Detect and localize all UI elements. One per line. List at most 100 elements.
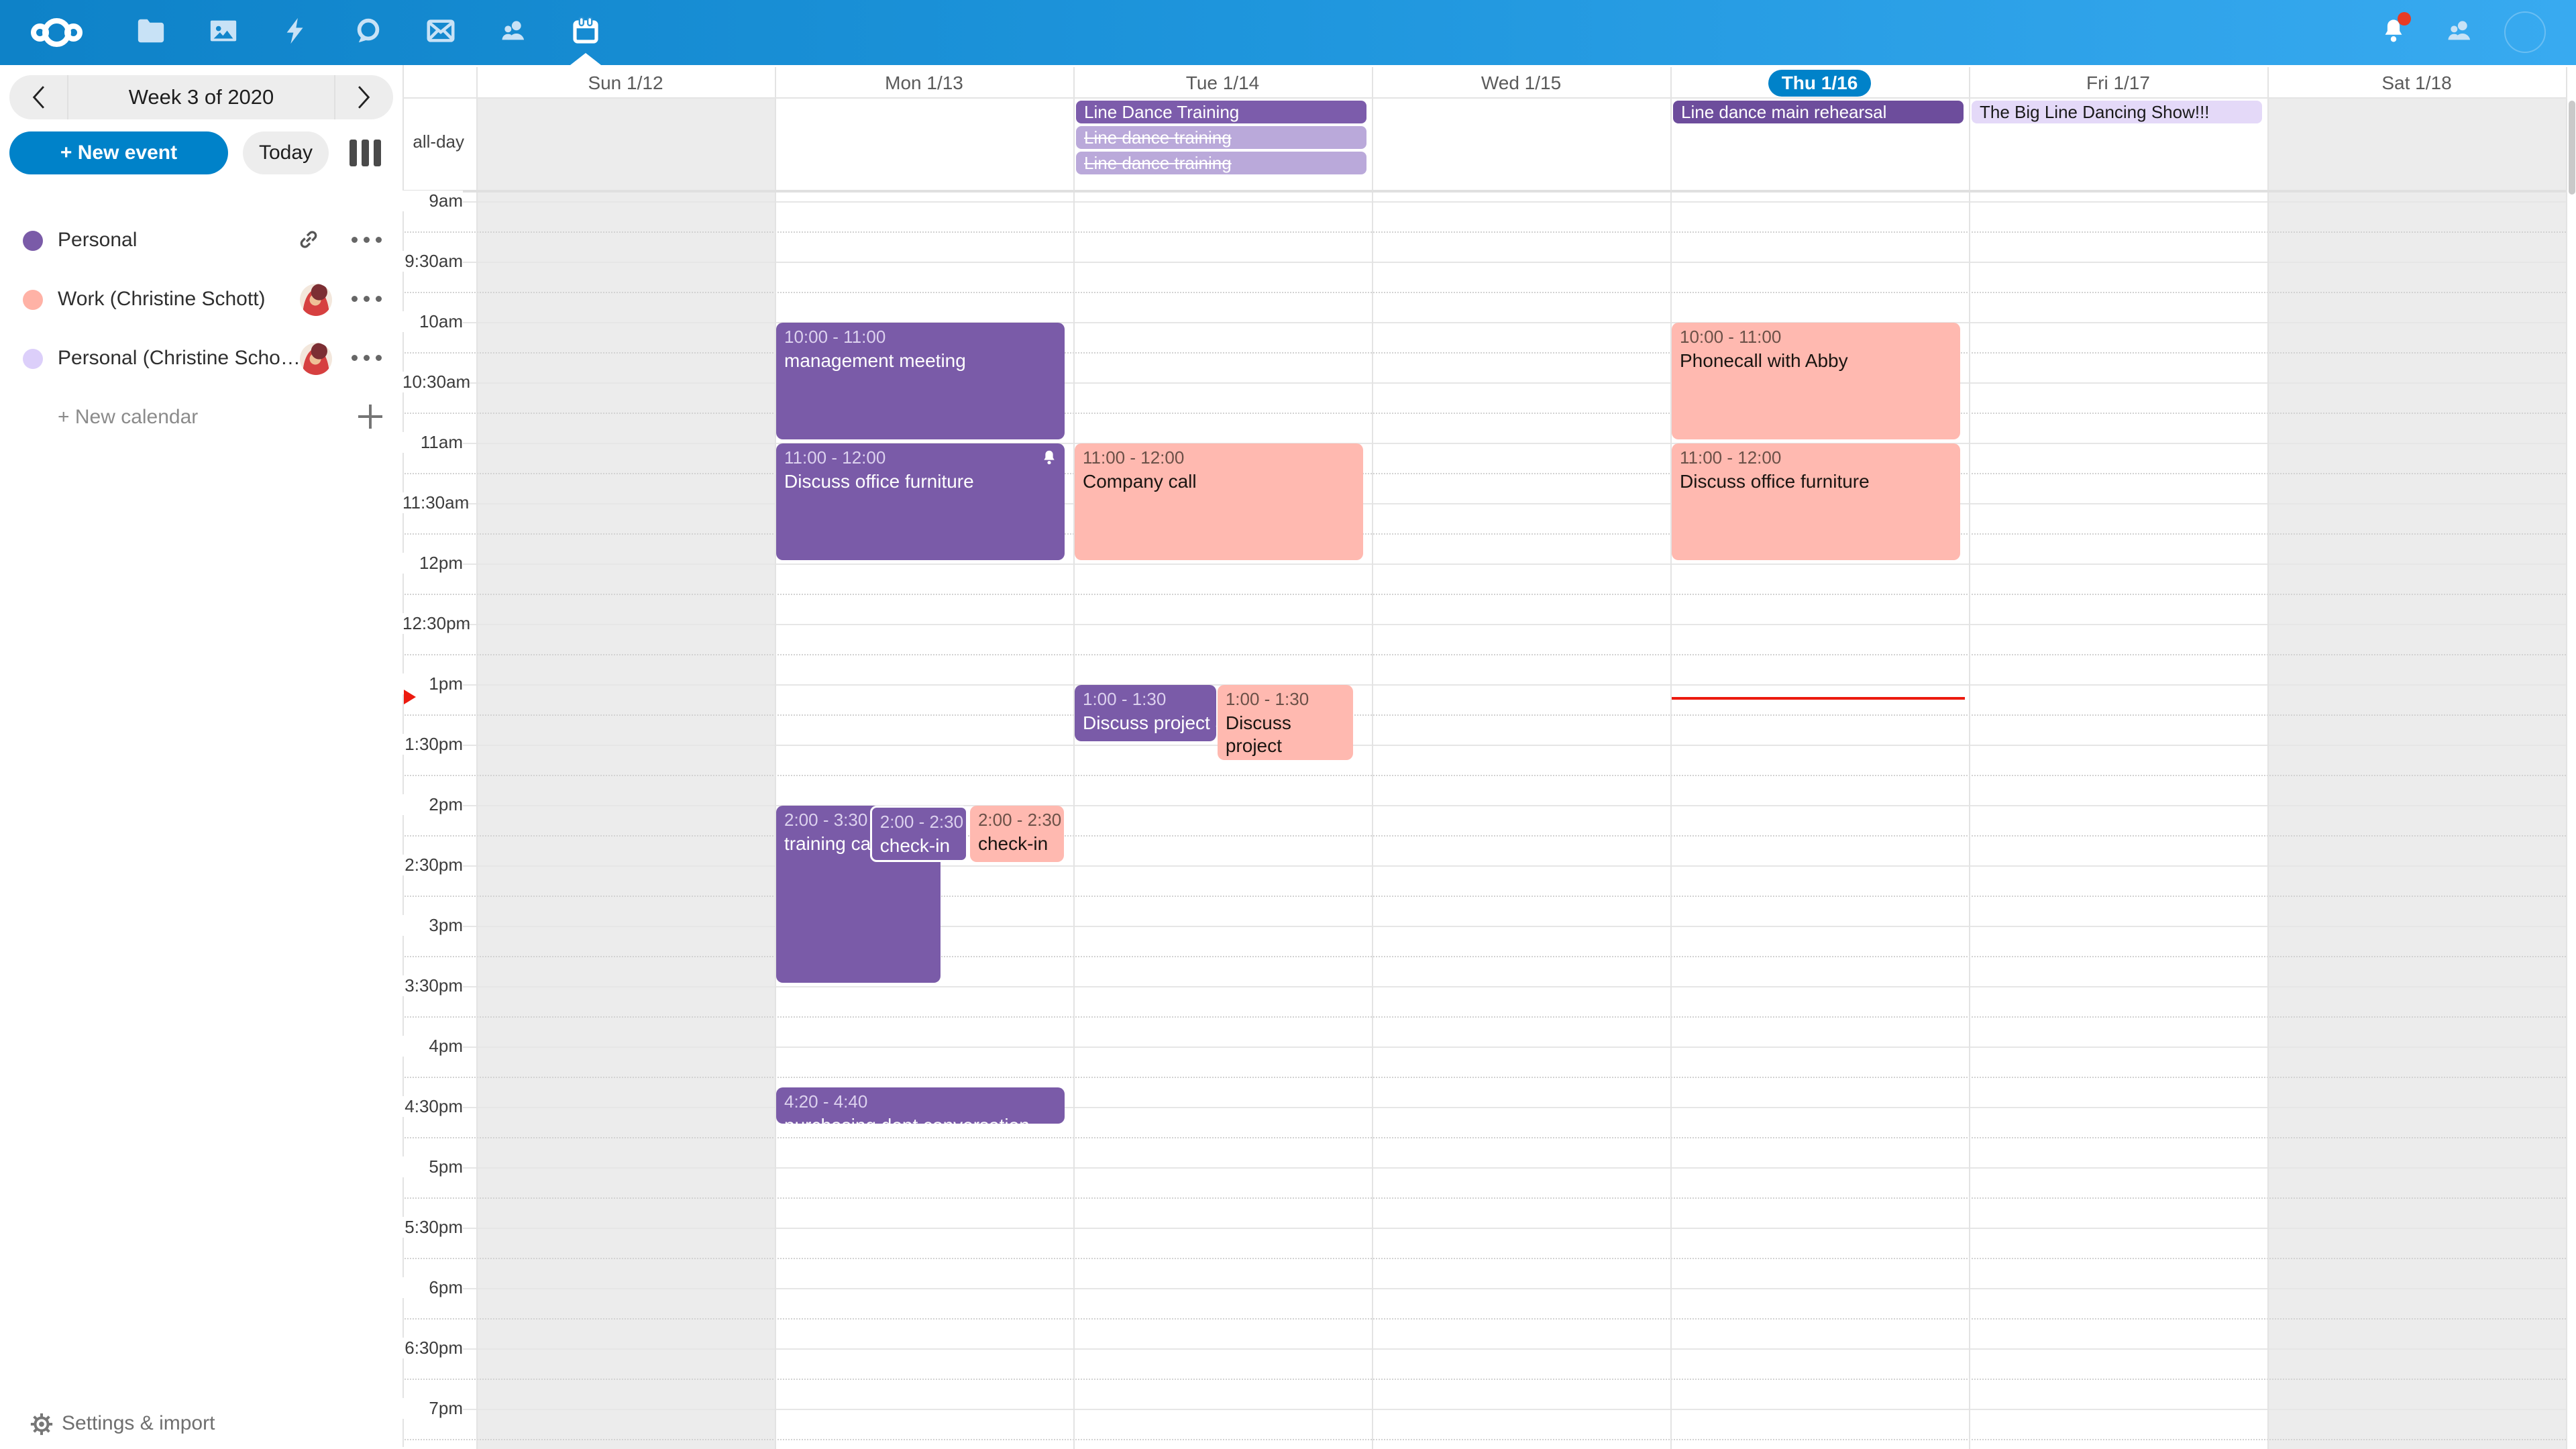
event-block[interactable]: 11:00 - 12:00Discuss office furniture (776, 443, 1065, 560)
column-border (1372, 67, 1373, 1449)
notifications-button[interactable] (2372, 11, 2415, 54)
gridline-15min (402, 1137, 2566, 1138)
settings-button[interactable]: Settings & import (0, 1401, 402, 1448)
today-button[interactable]: Today (243, 131, 329, 174)
event-block[interactable]: 4:20 - 4:40purchasing dept conversation (776, 1087, 1065, 1124)
gridline-30min (402, 1046, 2566, 1048)
gridline-30min (402, 1409, 2566, 1410)
day-header[interactable]: Tue 1/14 (1073, 69, 1372, 97)
app-contacts[interactable] (492, 11, 535, 54)
app-calendar[interactable] (564, 11, 607, 54)
time-label: 12:30pm (402, 613, 463, 634)
contacts-menu-button[interactable] (2438, 11, 2481, 54)
time-label: 9:30am (402, 251, 463, 272)
calendar-list: Personal Work (Christine Schott)Personal … (0, 211, 402, 447)
new-event-button[interactable]: + New event (9, 131, 228, 174)
gridline-30min (402, 1288, 2566, 1289)
share-link-icon[interactable] (295, 226, 322, 256)
time-label: 10am (402, 311, 463, 332)
event-block[interactable]: 1:00 - 1:30Discuss project announcement (1075, 685, 1216, 741)
gridline-15min (402, 231, 2566, 233)
calendar-list-item[interactable]: Work (Christine Schott) (0, 270, 402, 329)
calendar-app: Week 3 of 2020 + New event Today Persona… (0, 0, 2576, 1449)
event-block[interactable]: 10:00 - 11:00Phonecall with Abby (1672, 323, 1960, 439)
day-header[interactable]: Sun 1/12 (476, 69, 775, 97)
day-header[interactable]: Sat 1/18 (2267, 69, 2566, 97)
today-header-pill: Thu 1/16 (1768, 70, 1872, 97)
calendar-color-dot (23, 231, 43, 251)
calendar-actions-menu[interactable] (352, 237, 382, 243)
gridline-30min (402, 564, 2566, 565)
all-day-event[interactable]: Line Dance Training (1076, 101, 1366, 123)
event-block[interactable]: 11:00 - 12:00Company call (1075, 443, 1363, 560)
event-time: 1:00 - 1:30 (1226, 689, 1345, 710)
event-block[interactable]: 2:00 - 2:30check-in (870, 806, 968, 862)
app-files[interactable] (129, 11, 172, 54)
next-week-button[interactable] (335, 75, 393, 119)
app-talk[interactable] (347, 11, 390, 54)
time-label: 6:30pm (402, 1338, 463, 1358)
gridline-30min (402, 503, 2566, 504)
view-switcher-button[interactable] (350, 140, 387, 166)
time-label: 9am (402, 191, 463, 211)
calendar-list-item[interactable]: Personal (Christine Scho… (0, 329, 402, 388)
event-time: 2:00 - 2:30 (978, 810, 1056, 830)
all-day-event[interactable]: The Big Line Dancing Show!!! (1972, 101, 2262, 123)
all-day-event[interactable]: Line dance main rehearsal (1673, 101, 1964, 123)
all-day-event[interactable]: Line dance training (1076, 126, 1366, 149)
scrollbar-track[interactable] (2567, 65, 2576, 1449)
event-title: management meeting (784, 350, 1057, 372)
column-border (775, 67, 776, 1449)
gridline-30min (402, 684, 2566, 686)
nextcloud-logo[interactable] (31, 15, 85, 50)
scrollbar-thumb[interactable] (2569, 101, 2575, 195)
event-title: Discuss office furniture (1680, 470, 1952, 493)
photos-icon (208, 15, 239, 50)
calendar-name: Personal (58, 229, 137, 252)
user-menu-button[interactable] (2504, 11, 2546, 54)
gridline-15min (402, 292, 2566, 293)
mail-icon (425, 15, 456, 50)
calendar-list-item[interactable]: Personal (0, 211, 402, 270)
talk-icon (353, 15, 384, 50)
app-mail[interactable] (419, 11, 462, 54)
calendar-actions-menu[interactable] (352, 355, 382, 361)
view-bar-icon (362, 140, 369, 166)
previous-week-button[interactable] (9, 75, 67, 119)
gridline-15min (402, 1439, 2566, 1440)
app-activity[interactable] (274, 11, 317, 54)
time-label: 7pm (402, 1398, 463, 1419)
event-time: 2:00 - 2:30 (880, 812, 958, 833)
active-app-caret (570, 53, 601, 65)
new-calendar-button[interactable]: + New calendar (0, 388, 402, 447)
event-block[interactable]: 2:00 - 2:30 check-in (970, 806, 1064, 862)
day-header[interactable]: Fri 1/17 (1969, 69, 2267, 97)
gear-icon (27, 1409, 56, 1439)
day-header[interactable]: Mon 1/13 (775, 69, 1073, 97)
event-title: check-in (978, 833, 1056, 855)
calendar-actions-menu[interactable] (352, 296, 382, 302)
event-block[interactable]: 11:00 - 12:00Discuss office furniture (1672, 443, 1960, 560)
gridline-30min (402, 201, 2566, 203)
event-block[interactable]: 10:00 - 11:00management meeting (776, 323, 1065, 439)
app-photos[interactable] (202, 11, 245, 54)
gridline-15min (402, 1077, 2566, 1078)
gridline-30min (402, 986, 2566, 987)
event-time: 11:00 - 12:00 (1680, 447, 1952, 468)
event-block[interactable]: 1:00 - 1:30Discuss project announcement (1218, 685, 1353, 760)
gridline-15min (402, 956, 2566, 957)
gridline-15min (402, 835, 2566, 837)
week-label[interactable]: Week 3 of 2020 (68, 85, 334, 109)
column-border (1969, 67, 1970, 1449)
all-day-event[interactable]: Line dance training (1076, 152, 1366, 174)
gridline-15min (402, 714, 2566, 716)
gridline-30min (402, 322, 2566, 323)
gridline-30min (402, 865, 2566, 867)
day-header[interactable]: Wed 1/15 (1372, 69, 1670, 97)
new-calendar-label: + New calendar (58, 406, 198, 429)
gridline-15min (402, 654, 2566, 655)
day-header[interactable]: Thu 1/16 (1670, 69, 1969, 97)
time-label: 4:30pm (402, 1096, 463, 1117)
activity-icon (280, 15, 311, 50)
event-time: 10:00 - 11:00 (1680, 327, 1952, 347)
